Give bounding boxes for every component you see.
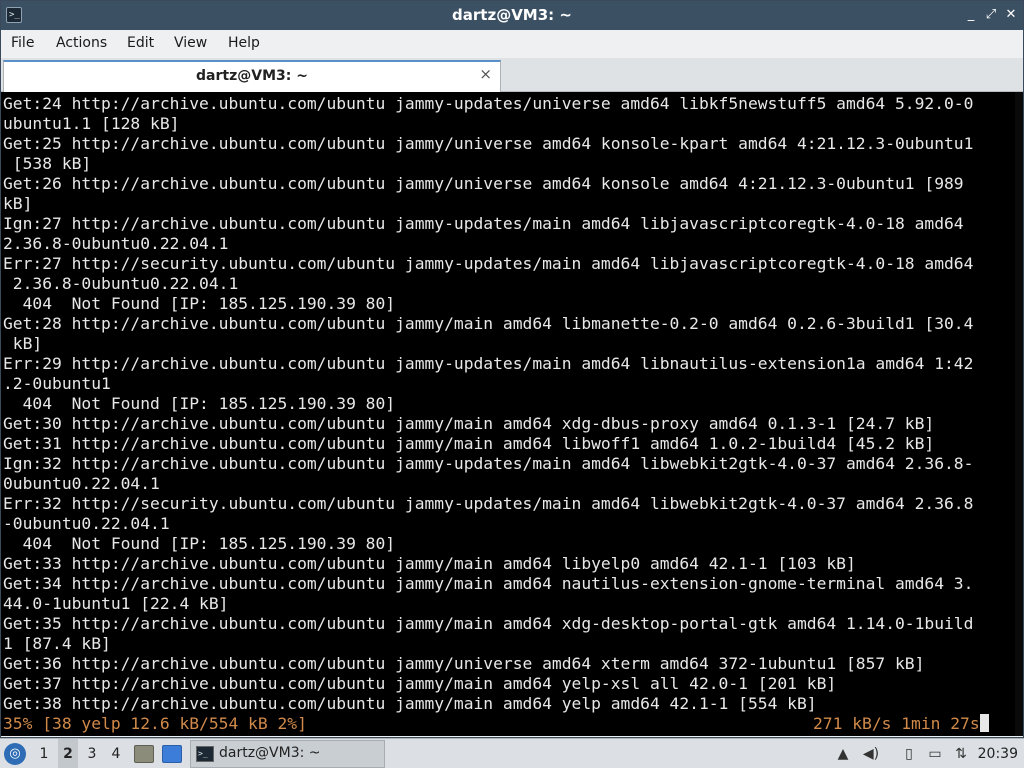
terminal-line: Get:33 http://archive.ubuntu.com/ubuntu … [3, 554, 856, 573]
terminal-line: 404 Not Found [IP: 185.125.190.39 80] [3, 294, 396, 313]
menu-view[interactable]: View [174, 35, 207, 51]
workspace-1[interactable]: 1 [34, 739, 54, 768]
terminal-line: ubuntu1.1 [128 kB] [3, 114, 180, 133]
file-manager-icon[interactable] [134, 745, 154, 763]
show-desktop-icon[interactable] [162, 745, 182, 763]
terminal-line: Get:37 http://archive.ubuntu.com/ubuntu … [3, 674, 837, 693]
terminal-line: Get:34 http://archive.ubuntu.com/ubuntu … [3, 574, 974, 593]
terminal-line: 44.0-1ubuntu1 [22.4 kB] [3, 594, 229, 613]
terminal-line: Get:24 http://archive.ubuntu.com/ubuntu … [3, 94, 974, 113]
maximize-button[interactable]: ⤢ [983, 6, 999, 24]
volume-icon[interactable]: ◀) [862, 745, 880, 763]
terminal-line: kB] [3, 194, 33, 213]
terminal-line: Get:31 http://archive.ubuntu.com/ubuntu … [3, 434, 935, 453]
progress-status-left: 35% [38 yelp 12.6 kB/554 kB 2%] [3, 714, 307, 733]
upload-icon[interactable]: ▲ [834, 745, 852, 763]
terminal-window: >_ dartz@VM3: ~ _ ⤢ ✕ File Actions Edit … [0, 0, 1024, 738]
terminal-line: Get:30 http://archive.ubuntu.com/ubuntu … [3, 414, 935, 433]
menu-bar: File Actions Edit View Help [1, 30, 1023, 58]
clock: 20:39 [977, 746, 1018, 762]
terminal-line: Get:25 http://archive.ubuntu.com/ubuntu … [3, 134, 974, 153]
terminal-output[interactable]: Get:24 http://archive.ubuntu.com/ubuntu … [1, 92, 1023, 736]
terminal-line: Get:38 http://archive.ubuntu.com/ubuntu … [3, 694, 817, 713]
terminal-line: 1 [87.4 kB] [3, 634, 111, 653]
workspace-3[interactable]: 3 [82, 739, 102, 768]
menu-actions[interactable]: Actions [56, 35, 107, 51]
download-speed-eta: 271 kB/s 1min 27s [813, 714, 980, 733]
taskbar-terminal-button[interactable]: >_ dartz@VM3: ~ [190, 740, 385, 768]
network-icon[interactable]: ⇅ [952, 745, 970, 763]
menu-file[interactable]: File [11, 35, 34, 51]
terminal-line: Err:29 http://archive.ubuntu.com/ubuntu … [3, 354, 974, 373]
tab-bar: dartz@VM3: ~ × [1, 58, 1023, 92]
terminal-line: 0ubuntu0.22.04.1 [3, 474, 160, 493]
clipboard-icon[interactable]: ▯ [900, 745, 918, 763]
terminal-line: Get:26 http://archive.ubuntu.com/ubuntu … [3, 174, 964, 193]
terminal-scrollbar[interactable] [1015, 92, 1023, 736]
terminal-task-icon: >_ [196, 746, 214, 762]
menu-edit[interactable]: Edit [127, 35, 154, 51]
terminal-line: Err:32 http://security.ubuntu.com/ubuntu… [3, 494, 974, 513]
menu-help[interactable]: Help [228, 35, 260, 51]
close-button[interactable]: ✕ [1003, 6, 1019, 24]
terminal-cursor [979, 714, 989, 732]
terminal-line: Err:27 http://security.ubuntu.com/ubuntu… [3, 254, 974, 273]
monitor-icon[interactable]: ▭ [926, 745, 944, 763]
workspace-2[interactable]: 2 [58, 739, 78, 768]
terminal-line: kB] [3, 334, 43, 353]
terminal-line: Get:36 http://archive.ubuntu.com/ubuntu … [3, 654, 925, 673]
window-title: dartz@VM3: ~ [452, 6, 572, 24]
terminal-line: .2-0ubuntu1 [3, 374, 111, 393]
terminal-line: Get:28 http://archive.ubuntu.com/ubuntu … [3, 314, 974, 333]
workspace-4[interactable]: 4 [106, 739, 126, 768]
minimize-button[interactable]: _ [963, 6, 979, 24]
terminal-line: 2.36.8-0ubuntu0.22.04.1 [3, 234, 229, 253]
tab-label: dartz@VM3: ~ [196, 68, 308, 84]
start-menu-icon[interactable]: ◎ [4, 743, 26, 765]
terminal-line: Get:35 http://archive.ubuntu.com/ubuntu … [3, 614, 974, 633]
taskbar: ◎ 1 2 3 4 >_ dartz@VM3: ~ ▲ ◀) ▯ ▭ ⇅ 20:… [0, 738, 1024, 768]
terminal-line: 2.36.8-0ubuntu0.22.04.1 [3, 274, 239, 293]
terminal-line: 404 Not Found [IP: 185.125.190.39 80] [3, 534, 396, 553]
tab-terminal[interactable]: dartz@VM3: ~ × [3, 60, 501, 92]
terminal-line: 404 Not Found [IP: 185.125.190.39 80] [3, 394, 396, 413]
progress-status-right: 271 kB/s 1min 27s [813, 714, 989, 734]
taskbar-task-label: dartz@VM3: ~ [219, 745, 321, 761]
terminal-line: [538 kB] [3, 154, 92, 173]
tab-close-icon[interactable]: × [479, 65, 492, 83]
terminal-line: Ign:27 http://archive.ubuntu.com/ubuntu … [3, 214, 964, 233]
title-bar[interactable]: >_ dartz@VM3: ~ _ ⤢ ✕ [1, 1, 1023, 30]
terminal-line: -0ubuntu0.22.04.1 [3, 514, 170, 533]
terminal-line: Ign:32 http://archive.ubuntu.com/ubuntu … [3, 454, 974, 473]
